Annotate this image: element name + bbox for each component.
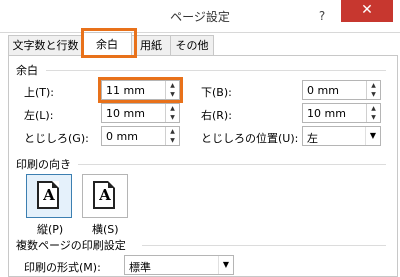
bottom-margin-value: 0 mm — [307, 84, 339, 97]
print-format-value: 標準 — [129, 261, 151, 274]
left-margin-value: 10 mm — [106, 107, 145, 120]
gutter-position-value: 左 — [307, 132, 318, 145]
right-margin-spinner[interactable]: ▲ ▼ — [366, 104, 380, 122]
portrait-label: 縦(P) — [37, 223, 64, 236]
top-margin-label: 上(T): — [24, 86, 55, 99]
help-button[interactable]: ? — [311, 6, 333, 26]
gutter-spinner[interactable]: ▲ ▼ — [165, 127, 179, 145]
print-format-select[interactable]: 標準 ▼ — [124, 255, 234, 275]
multiple-pages-group-divider — [142, 245, 386, 246]
orientation-group-divider — [78, 164, 386, 165]
tab-other[interactable]: その他 — [170, 35, 214, 56]
close-button[interactable]: ✕ — [341, 0, 393, 22]
tab-highlight-frame — [81, 28, 137, 58]
spin-down-icon[interactable]: ▼ — [367, 113, 380, 122]
right-margin-label: 右(R): — [201, 109, 232, 122]
landscape-button[interactable]: A — [82, 174, 128, 218]
bottom-margin-field[interactable]: 0 mm ▲ ▼ — [302, 80, 381, 100]
chevron-down-icon[interactable]: ▼ — [218, 256, 233, 274]
landscape-page-icon: A — [93, 181, 115, 209]
gutter-position-label: とじしろの位置(U): — [201, 132, 299, 145]
chevron-down-icon[interactable]: ▼ — [365, 127, 380, 145]
right-margin-value: 10 mm — [307, 107, 346, 120]
spin-down-icon[interactable]: ▼ — [166, 136, 179, 145]
gutter-label: とじしろ(G): — [24, 132, 89, 145]
tab-paper[interactable]: 用紙 — [131, 35, 171, 56]
tab-characters-lines[interactable]: 文字数と行数 — [8, 35, 83, 56]
multiple-pages-group-title: 複数ページの印刷設定 — [16, 239, 126, 252]
bottom-margin-spinner[interactable]: ▲ ▼ — [366, 81, 380, 99]
left-margin-spinner[interactable]: ▲ ▼ — [165, 104, 179, 122]
spin-up-icon[interactable]: ▲ — [166, 127, 179, 136]
spin-up-icon[interactable]: ▲ — [367, 81, 380, 90]
portrait-button[interactable]: A — [26, 174, 72, 218]
gutter-field[interactable]: 0 mm ▲ ▼ — [101, 126, 180, 146]
gutter-position-select[interactable]: 左 ▼ — [302, 126, 381, 146]
title-bar: ページ設定 ? ✕ — [0, 0, 400, 33]
spin-up-icon[interactable]: ▲ — [166, 104, 179, 113]
margins-group-divider — [46, 70, 386, 71]
left-margin-label: 左(L): — [24, 109, 54, 122]
top-margin-highlight-frame — [98, 77, 183, 103]
dialog-title: ページ設定 — [170, 10, 230, 24]
spin-down-icon[interactable]: ▼ — [367, 90, 380, 99]
spin-down-icon[interactable]: ▼ — [166, 113, 179, 122]
portrait-page-icon: A — [37, 181, 59, 209]
left-margin-field[interactable]: 10 mm ▲ ▼ — [101, 103, 180, 123]
bottom-margin-label: 下(B): — [201, 86, 232, 99]
right-margin-field[interactable]: 10 mm ▲ ▼ — [302, 103, 381, 123]
spin-up-icon[interactable]: ▲ — [367, 104, 380, 113]
landscape-label: 横(S) — [92, 223, 119, 236]
margins-group-title: 余白 — [16, 64, 38, 77]
gutter-value: 0 mm — [106, 130, 138, 143]
print-format-label: 印刷の形式(M): — [24, 261, 101, 274]
orientation-group-title: 印刷の向き — [16, 158, 71, 171]
